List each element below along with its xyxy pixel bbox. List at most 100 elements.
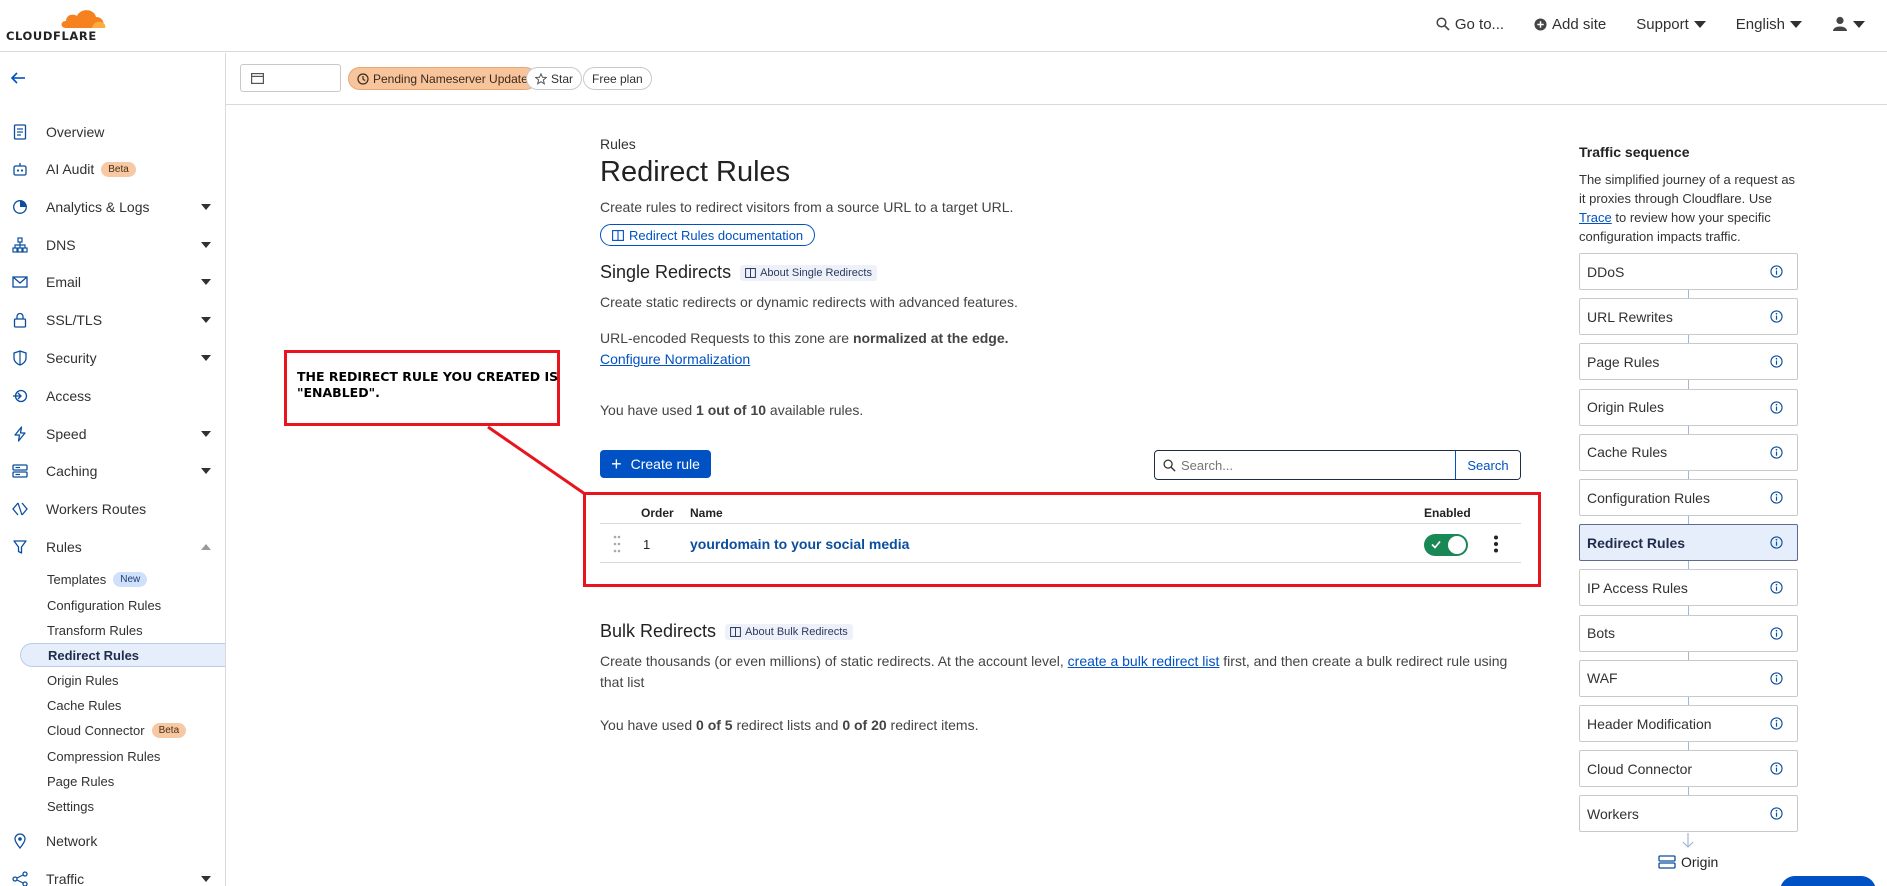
search-input[interactable] <box>1181 457 1441 473</box>
chevron-down-icon <box>201 242 211 248</box>
traffic-sequence-description: The simplified journey of a request as i… <box>1579 170 1801 246</box>
top-nav: Go to... Add site Support English <box>1436 0 1887 48</box>
info-icon[interactable] <box>1770 626 1783 640</box>
sequence-step-origin-rules[interactable]: Origin Rules <box>1579 388 1798 426</box>
sequence-step-label: Header Modification <box>1587 715 1712 732</box>
language-dropdown[interactable]: English <box>1736 16 1802 33</box>
sequence-step-label: Redirect Rules <box>1587 534 1686 551</box>
origin-label: Origin <box>1658 854 1718 870</box>
info-icon[interactable] <box>1770 581 1783 595</box>
window-icon <box>251 73 264 84</box>
usage-prefix: You have used <box>600 402 697 418</box>
sidebar-subitem-cache-rules[interactable]: Cache Rules <box>20 693 225 717</box>
trace-link[interactable]: Trace <box>1579 210 1612 225</box>
add-site-button[interactable]: Add site <box>1534 16 1606 33</box>
sidebar-item-caching[interactable]: Caching <box>0 456 225 486</box>
sequence-step-page-rules[interactable]: Page Rules <box>1579 343 1798 381</box>
search-field[interactable] <box>1155 451 1455 479</box>
create-rule-button[interactable]: + Create rule <box>600 450 711 478</box>
sidebar-item-traffic[interactable]: Traffic <box>0 864 225 886</box>
sidebar-item-access[interactable]: Access <box>0 381 225 411</box>
sequence-step-header-modification[interactable]: Header Modification <box>1579 705 1798 742</box>
sidebar-item-workers-routes[interactable]: Workers Routes <box>0 494 225 524</box>
goto-button[interactable]: Go to... <box>1436 16 1504 33</box>
cloudflare-logo[interactable]: CLOUDFLARE <box>6 4 106 48</box>
info-icon[interactable] <box>1770 265 1783 278</box>
chevron-down-icon <box>1790 20 1802 28</box>
funnel-icon <box>13 540 27 554</box>
rules-usage: You have used 1 out of 10 available rule… <box>600 400 863 421</box>
support-label: Support <box>1636 15 1689 33</box>
configure-normalization-link[interactable]: Configure Normalization <box>600 351 750 367</box>
sidebar-item-ssl[interactable]: SSL/TLS <box>0 305 225 335</box>
sequence-step-ip-access-rules[interactable]: IP Access Rules <box>1579 569 1798 607</box>
sidebar-subitem-label: Settings <box>47 798 94 814</box>
sidebar-subitem-cloud-connector[interactable]: Cloud Connector Beta <box>20 718 225 742</box>
sequence-step-workers[interactable]: Workers <box>1579 795 1798 833</box>
info-icon[interactable] <box>1770 310 1783 323</box>
sequence-step-label: Origin Rules <box>1587 399 1665 416</box>
chevron-down-icon <box>201 355 211 361</box>
user-menu[interactable] <box>1832 16 1865 32</box>
search-button[interactable]: Search <box>1455 451 1520 479</box>
sequence-step-configuration-rules[interactable]: Configuration Rules <box>1579 479 1798 516</box>
sequence-step-waf[interactable]: WAF <box>1579 659 1798 697</box>
sequence-step-cache-rules[interactable]: Cache Rules <box>1579 433 1798 471</box>
sidebar-item-speed[interactable]: Speed <box>0 419 225 449</box>
sidebar-item-dns[interactable]: DNS <box>0 230 225 260</box>
info-icon[interactable] <box>1770 672 1783 685</box>
help-button[interactable] <box>1780 876 1876 886</box>
sequence-step-bots[interactable]: Bots <box>1579 614 1798 652</box>
sequence-step-ddos[interactable]: DDoS <box>1579 253 1798 290</box>
new-badge: New <box>113 571 148 587</box>
documentation-button[interactable]: Redirect Rules documentation <box>600 224 816 246</box>
sequence-step-label: URL Rewrites <box>1587 308 1673 325</box>
chevron-up-icon <box>201 544 211 550</box>
zone-selector[interactable] <box>240 64 341 92</box>
bulk-usage: You have used 0 of 5 redirect lists and … <box>600 715 978 736</box>
plan-badge[interactable]: Free plan <box>583 67 652 90</box>
info-icon[interactable] <box>1770 491 1783 504</box>
sidebar-item-rules[interactable]: Rules <box>0 532 225 562</box>
info-icon[interactable] <box>1770 355 1783 369</box>
sidebar-subitem-redirect-rules[interactable]: Redirect Rules <box>20 643 225 667</box>
cloud-logo-icon <box>61 10 106 28</box>
sidebar-subitem-page-rules[interactable]: Page Rules <box>20 769 225 793</box>
about-bulk-redirects-link[interactable]: About Bulk Redirects <box>725 623 853 640</box>
sidebar-subitem-settings[interactable]: Settings <box>20 794 225 818</box>
sidebar-item-analytics[interactable]: Analytics & Logs <box>0 192 225 222</box>
info-icon[interactable] <box>1770 807 1783 821</box>
sequence-connector <box>1688 335 1689 344</box>
sidebar-subitem-compression-rules[interactable]: Compression Rules <box>20 744 225 768</box>
user-icon <box>1833 16 1847 31</box>
sequence-step-label: Cloud Connector <box>1587 760 1693 777</box>
create-bulk-list-link[interactable]: create a bulk redirect list <box>1068 653 1220 669</box>
sequence-step-redirect-rules[interactable]: Redirect Rules <box>1579 524 1798 562</box>
sidebar-item-network[interactable]: Network <box>0 826 225 856</box>
sequence-step-url-rewrites[interactable]: URL Rewrites <box>1579 298 1798 336</box>
info-icon[interactable] <box>1770 762 1783 775</box>
breadcrumb[interactable]: Rules <box>600 136 636 152</box>
sequence-step-cloud-connector[interactable]: Cloud Connector <box>1579 750 1798 788</box>
sidebar-item-email[interactable]: Email <box>0 267 225 297</box>
sidebar-subitem-templates[interactable]: Templates New <box>20 567 225 591</box>
info-icon[interactable] <box>1770 446 1783 459</box>
sequence-step-label: Workers <box>1587 805 1639 822</box>
about-single-redirects-link[interactable]: About Single Redirects <box>740 264 877 281</box>
sidebar-item-ai-audit[interactable]: AI Audit Beta <box>0 154 225 184</box>
sidebar-subitem-configuration-rules[interactable]: Configuration Rules <box>20 593 225 617</box>
star-button[interactable]: Star <box>526 67 583 90</box>
bulk-desc-prefix: Create thousands (or even millions) of s… <box>600 653 1068 669</box>
back-arrow-icon[interactable] <box>10 71 26 85</box>
info-icon[interactable] <box>1770 536 1783 549</box>
sidebar-item-security[interactable]: Security <box>0 343 225 373</box>
status-badge[interactable]: Pending Nameserver Update <box>348 67 537 90</box>
sidebar-subitem-origin-rules[interactable]: Origin Rules <box>20 668 225 692</box>
support-dropdown[interactable]: Support <box>1636 16 1706 33</box>
info-icon[interactable] <box>1770 400 1783 414</box>
info-icon[interactable] <box>1770 717 1783 730</box>
sequence-connector <box>1688 606 1689 615</box>
sidebar-subitem-transform-rules[interactable]: Transform Rules <box>20 618 225 642</box>
sidebar-item-overview[interactable]: Overview <box>0 117 225 147</box>
chevron-down-icon <box>201 279 211 285</box>
